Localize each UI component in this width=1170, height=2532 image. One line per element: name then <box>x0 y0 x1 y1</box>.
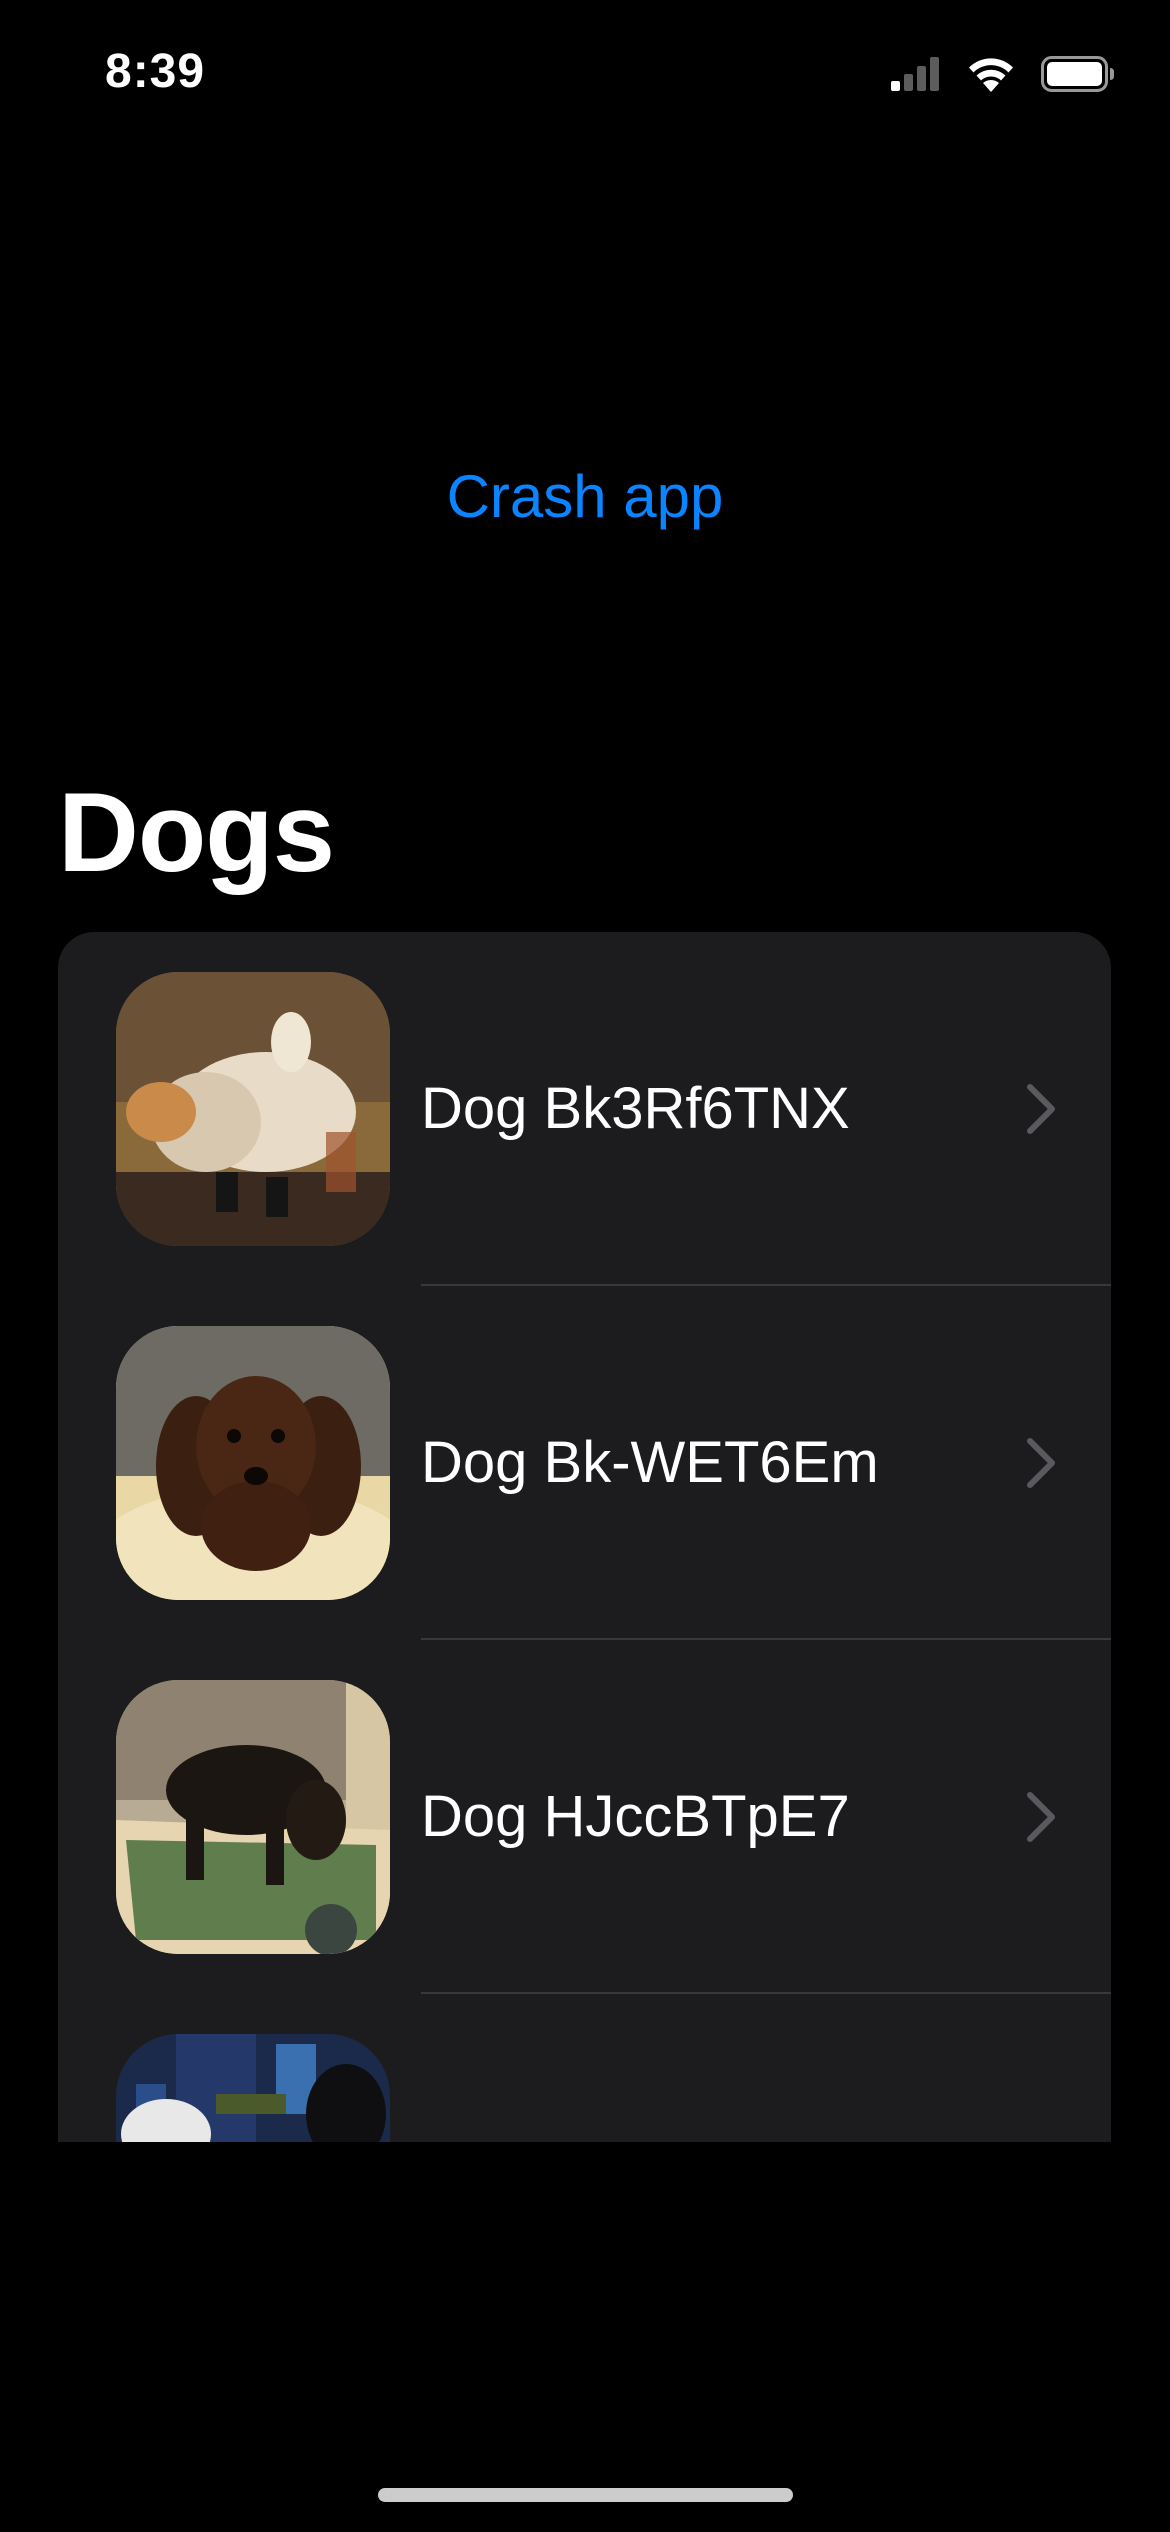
list-item[interactable]: Dog Bk-WET6Em <box>58 1286 1111 1640</box>
dog-name: Dog HJccBTpE7 <box>421 1784 850 1849</box>
wifi-icon <box>969 58 1013 92</box>
status-icons <box>891 52 1115 96</box>
chevron-right-icon <box>1027 1438 1055 1488</box>
home-indicator[interactable] <box>378 2488 793 2502</box>
page-title: Dogs <box>58 770 335 895</box>
dog-thumbnail <box>116 972 390 1246</box>
dog-name: Dog Bk3Rf6TNX <box>421 1076 850 1141</box>
dog-thumbnail <box>116 1326 390 1600</box>
crash-app-button[interactable]: Crash app <box>0 462 1170 531</box>
status-time: 8:39 <box>105 45 206 98</box>
dog-thumbnail <box>116 2034 390 2142</box>
dog-list: Dog Bk3Rf6TNX Dog Bk-WET6Em Dog HJccBTpE… <box>58 932 1111 2142</box>
dog-name: Dog Bk-WET6Em <box>421 1430 879 1495</box>
chevron-right-icon <box>1027 1084 1055 1134</box>
list-item[interactable]: Dog Bk3Rf6TNX <box>58 932 1111 1286</box>
cellular-signal-icon <box>891 57 939 91</box>
chevron-right-icon <box>1027 1792 1055 1842</box>
status-bar: 8:39 <box>0 0 1170 150</box>
list-item[interactable]: Dog HJccBTpE7 <box>58 1640 1111 1994</box>
list-item[interactable] <box>58 1994 1111 2142</box>
dog-thumbnail <box>116 1680 390 1954</box>
battery-icon <box>1041 56 1114 92</box>
